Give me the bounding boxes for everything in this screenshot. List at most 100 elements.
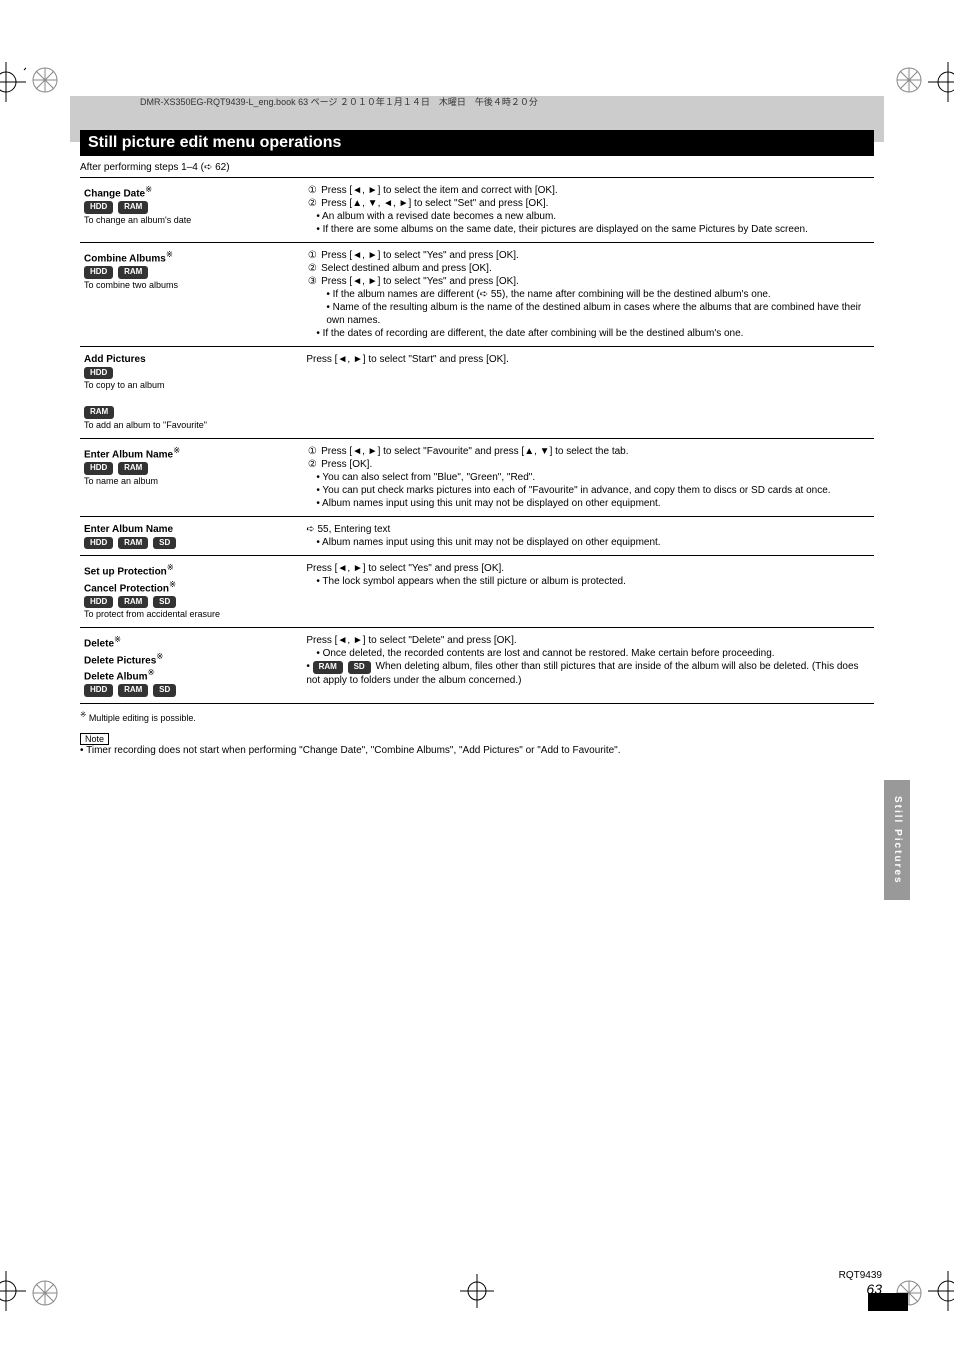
sup-mark: ※	[167, 562, 174, 572]
note-label: Note	[80, 733, 109, 745]
arrow-lr-icon: ◄, ►	[337, 635, 362, 646]
intro-ref: ➪ 62)	[204, 162, 230, 173]
arrow-lr-icon: ◄, ►	[352, 250, 377, 261]
disc-badge-hdd: HDD	[84, 266, 113, 278]
disc-badge-hdd: HDD	[84, 537, 113, 549]
bullet-text: Album names input using this unit may no…	[322, 537, 661, 548]
disc-badge-hdd: HDD	[84, 367, 113, 379]
step-text: ] to select "Set" and press [OK].	[408, 198, 548, 209]
disc-badge-sd: SD	[348, 661, 371, 673]
section-tab: Still Pictures	[884, 780, 910, 900]
footer-label: RQT9439	[839, 1270, 882, 1281]
step-num: ③	[306, 275, 318, 288]
bullet-text: Album names input using this unit may no…	[322, 498, 661, 509]
reg-mark-icon	[0, 62, 26, 102]
disc-badge-hdd: HDD	[84, 684, 113, 696]
step-text: ] to select "Yes" and press [OK].	[378, 276, 519, 287]
disc-badge-hdd: HDD	[84, 462, 113, 474]
footnote-text: Multiple editing is possible.	[89, 713, 196, 723]
table-row: Change Date※ HDD RAM To change an album'…	[80, 178, 874, 243]
op-sub: To combine two albums	[84, 280, 178, 290]
disc-badge-ram: RAM	[118, 537, 148, 549]
disc-badge-ram: RAM	[313, 661, 343, 673]
bullet-text: Once deleted, the recorded contents are …	[323, 648, 775, 659]
op-name: Enter Album Name	[84, 524, 173, 535]
op-name: Combine Albums	[84, 253, 166, 264]
footnote: ※ Multiple editing is possible.	[80, 710, 874, 723]
op-sub: To name an album	[84, 476, 158, 486]
disc-badge-ram: RAM	[118, 266, 148, 278]
op-sub: To protect from accidental erasure	[84, 609, 220, 619]
arrow-lr-icon: ◄, ►	[352, 276, 377, 287]
bullet-text: An album with a revised date becomes a n…	[322, 211, 556, 222]
op-name: Delete Album	[84, 671, 148, 682]
sup-mark: ※	[80, 710, 86, 719]
disc-badge-sd: SD	[153, 596, 176, 608]
sup-mark: ※	[148, 667, 155, 677]
bullet-text: The lock symbol appears when the still p…	[322, 576, 625, 587]
op-sub: To copy to an album	[84, 380, 165, 390]
step-text: ] to select the tab.	[550, 446, 629, 457]
sup-mark: ※	[173, 445, 180, 455]
op-sub: To change an album's date	[84, 215, 191, 225]
intro-prefix: After performing steps 1–4 (	[80, 162, 204, 173]
operations-table: Change Date※ HDD RAM To change an album'…	[80, 177, 874, 704]
sup-mark: ※	[145, 184, 152, 194]
reg-mark-icon	[928, 1271, 954, 1311]
table-row: Combine Albums※ HDD RAM To combine two a…	[80, 243, 874, 347]
step-text: ] to select "Delete" and press [OK].	[363, 635, 517, 646]
arrow-udlr-icon: ▲, ▼, ◄, ►	[352, 198, 408, 209]
bullet-text: You can also select from "Blue", "Green"…	[322, 472, 535, 483]
step-text: Press [	[321, 250, 352, 261]
disc-badge-sd: SD	[153, 684, 176, 696]
bullet-text: When deleting album, files other than st…	[306, 661, 858, 685]
op-name: Delete	[84, 639, 114, 650]
step-text: Select destined album and press [OK].	[321, 263, 492, 274]
op-name: Enter Album Name	[84, 449, 173, 460]
table-row: Add Pictures HDD To copy to an album RAM…	[80, 347, 874, 439]
bullet-text: Name of the resulting album is the name …	[326, 302, 861, 326]
page-title: Still picture edit menu operations	[80, 130, 874, 156]
table-row: Set up Protection※ Cancel Protection※ HD…	[80, 556, 874, 628]
step-text: Press [	[306, 354, 337, 365]
bullet-text: If the album names are different (➪ 55),…	[333, 289, 771, 300]
crop-header: DMR-XS350EG-RQT9439-L_eng.book 63 ページ ２０…	[140, 95, 874, 108]
rosette-icon	[894, 65, 924, 95]
disc-badge-sd: SD	[153, 537, 176, 549]
op-name: Cancel Protection	[84, 583, 169, 594]
op-name: Set up Protection	[84, 567, 167, 578]
reg-mark-icon	[0, 1271, 26, 1311]
bullet-text: If the dates of recording are different,…	[323, 328, 744, 339]
arrow-lr-icon: ◄, ►	[352, 185, 377, 196]
sup-mark: ※	[166, 249, 173, 259]
step-text: Press [	[306, 635, 337, 646]
rosette-icon	[30, 1278, 60, 1308]
step-text: Press [	[321, 185, 352, 196]
step-num: ②	[306, 262, 318, 275]
op-name: Add Pictures	[84, 354, 146, 365]
step-text: Press [	[321, 198, 352, 209]
disc-badge-ram: RAM	[118, 596, 148, 608]
table-row: Enter Album Name※ HDD RAM To name an alb…	[80, 438, 874, 516]
note-text: • Timer recording does not start when pe…	[80, 745, 874, 756]
step-text: Press [	[321, 446, 352, 457]
sup-mark: ※	[169, 579, 176, 589]
step-num: ②	[306, 197, 318, 210]
intro-text: After performing steps 1–4 (➪ 62)	[80, 162, 874, 173]
step-text: Press [	[321, 276, 352, 287]
step-text: Press [OK].	[321, 459, 372, 470]
step-text: ] to select the item and correct with [O…	[378, 185, 558, 196]
table-row: Delete※ Delete Pictures※ Delete Album※ H…	[80, 628, 874, 703]
arrow-ud-icon: ▲, ▼	[524, 446, 549, 457]
disc-badge-ram: RAM	[118, 462, 148, 474]
disc-badge-ram: RAM	[84, 406, 114, 418]
step-text: Press [	[306, 563, 337, 574]
bullet-text: If there are some albums on the same dat…	[323, 224, 808, 235]
note-body: Timer recording does not start when perf…	[86, 745, 620, 756]
step-num: ②	[306, 458, 318, 471]
arrow-lr-icon: ◄, ►	[337, 563, 362, 574]
step-text: ➪ 55, Entering text	[306, 523, 870, 536]
step-text: ] to select "Favourite" and press [	[378, 446, 525, 457]
step-text: ] to select "Yes" and press [OK].	[378, 250, 519, 261]
step-num: ①	[306, 445, 318, 458]
